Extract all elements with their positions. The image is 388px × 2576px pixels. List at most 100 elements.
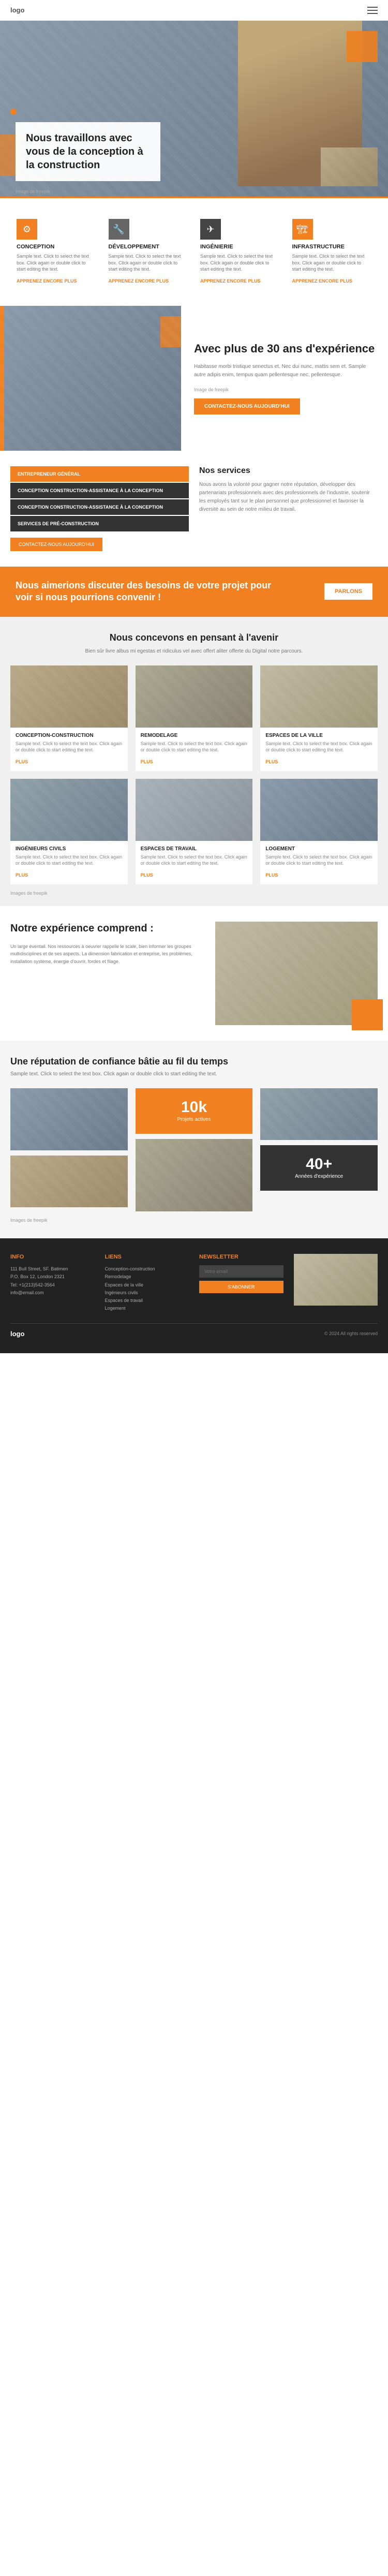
exp-comprend-image-area — [215, 922, 378, 1025]
conception-subtitle: Bien sûr livre albus mi egestas et ridic… — [65, 647, 323, 655]
feature-infrastructure-link[interactable]: APPRENEZ ENCORE PLUS — [292, 278, 353, 284]
services-contact-button[interactable]: CONTACTEZ-NOUS AUJOURD'HUI — [10, 538, 102, 551]
hero-secondary-image — [321, 147, 378, 186]
footer-link-4[interactable]: Espaces de travail — [105, 1297, 189, 1305]
site-footer: INFO 111 Bull Street, SF. Batimen P.O. B… — [0, 1238, 388, 1353]
card-4-text: Sample text. Click to select the text bo… — [141, 854, 248, 867]
conception-card-0: CONCEPTION-CONSTRUCTION Sample text. Cli… — [10, 665, 128, 771]
feature-infrastructure-title: INFRASTRUCTURE — [292, 244, 372, 250]
reputation-section: Une réputation de confiance bâtie au fil… — [0, 1041, 388, 1238]
feature-conception-link[interactable]: APPRENEZ ENCORE PLUS — [17, 278, 77, 284]
rep-stat-years-num: 40+ — [271, 1156, 367, 1173]
card-3-link[interactable]: PLUS — [16, 872, 28, 878]
footer-links-title: LIENS — [105, 1254, 189, 1260]
feature-developpement-text: Sample text. Click to select the text bo… — [109, 253, 188, 273]
card-5-image — [260, 779, 378, 841]
services-buttons: ENTREPRENEUR GÉNÉRAL CONCEPTION CONSTRUC… — [10, 466, 189, 551]
card-1-title: REMODELAGE — [141, 733, 248, 738]
reputation-subtitle: Sample text. Click to select the text bo… — [10, 1070, 378, 1078]
exp-comprend-content: Notre expérience comprend : Un large éve… — [10, 922, 205, 1025]
card-0-title: CONCEPTION-CONSTRUCTION — [16, 733, 123, 738]
rep-stat-projects: 10k Projets actives — [136, 1088, 253, 1134]
card-1-link[interactable]: PLUS — [141, 759, 153, 764]
card-2-link[interactable]: PLUS — [265, 759, 278, 764]
feature-developpement: 🔧 DÉVELOPPEMENT Sample text. Click to se… — [102, 214, 195, 290]
footer-link-1[interactable]: Remodelage — [105, 1273, 189, 1281]
footer-subscribe-button[interactable]: S'ABONNER — [199, 1281, 283, 1293]
conception-card-3: INGÉNIEURS CIVILS Sample text. Click to … — [10, 779, 128, 884]
cta-text: Nous aimerions discuter des besoins de v… — [16, 580, 274, 604]
reputation-grid: 10k Projets actives 40+ Années d'expérie… — [10, 1088, 378, 1211]
card-2-text: Sample text. Click to select the text bo… — [265, 741, 372, 753]
card-0-text: Sample text. Click to select the text bo… — [16, 741, 123, 753]
cta-banner: Nous aimerions discuter des besoins de v… — [0, 567, 388, 617]
experience-cta-button[interactable]: CONTACTEZ-NOUS AUJOURD'HUI — [194, 398, 300, 414]
hero-title: Nous travaillons avec vous de la concept… — [26, 131, 150, 172]
rep-stat-projects-label: Projets actives — [146, 1116, 243, 1123]
card-1-image — [136, 665, 253, 728]
developpement-icon: 🔧 — [109, 219, 129, 240]
reputation-title: Une réputation de confiance bâtie au fil… — [10, 1056, 378, 1067]
header-logo: logo — [10, 6, 24, 14]
rep-image-4 — [260, 1088, 378, 1140]
feature-ingenierie-link[interactable]: APPRENEZ ENCORE PLUS — [200, 278, 261, 284]
reputation-images-credit: Images de freepik — [10, 1218, 378, 1223]
hero-dot-accent — [10, 109, 17, 115]
card-3-image — [10, 779, 128, 841]
exp-comprend-title: Notre expérience comprend : — [10, 922, 205, 935]
conception-card-2: ESPACES DE LA VILLE Sample text. Click t… — [260, 665, 378, 771]
card-4-image — [136, 779, 253, 841]
conception-grid: CONCEPTION-CONSTRUCTION Sample text. Cli… — [10, 665, 378, 884]
cta-button[interactable]: PARLONS — [324, 583, 372, 600]
hero-image-credit: Image de freepik — [16, 189, 50, 194]
footer-email-input[interactable] — [199, 1265, 283, 1278]
exp-comprend-section: Notre expérience comprend : Un large éve… — [0, 906, 388, 1041]
exp-comprend-orange-accent — [352, 999, 383, 1030]
footer-link-2[interactable]: Espaces de la ville — [105, 1281, 189, 1289]
footer-grid: INFO 111 Bull Street, SF. Batimen P.O. B… — [10, 1254, 378, 1313]
card-0-link[interactable]: PLUS — [16, 759, 28, 764]
conception-card-1: REMODELAGE Sample text. Click to select … — [136, 665, 253, 771]
service-btn-pre[interactable]: SERVICES DE PRÉ-CONSTRUCTION — [10, 516, 189, 531]
card-3-text: Sample text. Click to select the text bo… — [16, 854, 123, 867]
footer-image — [294, 1254, 378, 1306]
card-4-link[interactable]: PLUS — [141, 872, 153, 878]
hero-text-box: Nous travaillons avec vous de la concept… — [16, 122, 160, 181]
footer-link-3[interactable]: Ingénieurs civils — [105, 1289, 189, 1297]
card-4-title: ESPACES DE TRAVAIL — [141, 846, 248, 852]
service-btn-conception2[interactable]: CONCEPTION CONSTRUCTION-ASSISTANCE À LA … — [10, 499, 189, 515]
footer-bottom-text: © 2024 All rights reserved — [324, 1331, 378, 1336]
footer-col-image — [294, 1254, 378, 1313]
feature-developpement-title: DÉVELOPPEMENT — [109, 244, 188, 250]
card-5-text: Sample text. Click to select the text bo… — [265, 854, 372, 867]
card-0-image — [10, 665, 128, 728]
card-5-link[interactable]: PLUS — [265, 872, 278, 878]
footer-link-0[interactable]: Conception-construction — [105, 1265, 189, 1273]
feature-conception: ⚙ CONCEPTION Sample text. Click to selec… — [10, 214, 102, 290]
experience-image-credit: Image de freepik — [194, 387, 375, 392]
conception-card-4: ESPACES DE TRAVAIL Sample text. Click to… — [136, 779, 253, 884]
footer-link-5[interactable]: Logement — [105, 1305, 189, 1312]
site-header: logo — [0, 0, 388, 21]
feature-conception-text: Sample text. Click to select the text bo… — [17, 253, 96, 273]
hero-orange-accent — [347, 31, 378, 62]
card-2-image — [260, 665, 378, 728]
card-3-title: INGÉNIEURS CIVILS — [16, 846, 123, 852]
menu-toggle[interactable] — [367, 7, 378, 14]
services-description: Nous avons la volonté pour gagner notre … — [199, 481, 378, 514]
feature-ingenierie-title: INGÉNIERIE — [200, 244, 280, 250]
experience-title: Avec plus de 30 ans d'expérience — [194, 342, 375, 357]
exp-comprend-text: Un large éventail. Nos ressources à oeuv… — [10, 943, 205, 965]
ingenierie-icon: ✈ — [200, 219, 221, 240]
conception-section: Nous concevons en pensant à l'avenir Bie… — [0, 617, 388, 906]
feature-developpement-link[interactable]: APPRENEZ ENCORE PLUS — [109, 278, 169, 284]
footer-info-line2: P.O. Box 12, London 2321 — [10, 1273, 95, 1281]
conception-card-5: LOGEMENT Sample text. Click to select th… — [260, 779, 378, 884]
service-btn-entrepreneur[interactable]: ENTREPRENEUR GÉNÉRAL — [10, 466, 189, 482]
experience-content: Avec plus de 30 ans d'expérience Habitas… — [181, 306, 388, 451]
footer-col-links: LIENS Conception-construction Remodelage… — [105, 1254, 189, 1313]
service-btn-conception1[interactable]: CONCEPTION CONSTRUCTION-ASSISTANCE À LA … — [10, 483, 189, 498]
footer-info-email[interactable]: info@email.com — [10, 1289, 95, 1297]
card-2-title: ESPACES DE LA VILLE — [265, 733, 372, 738]
footer-info-line1: 111 Bull Street, SF. Batimen — [10, 1265, 95, 1273]
